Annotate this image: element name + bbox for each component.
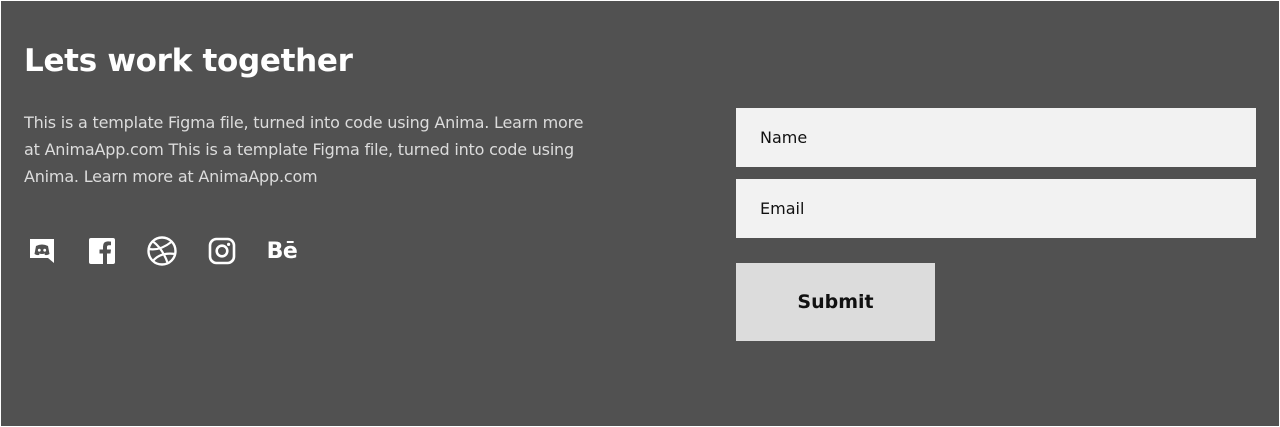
contact-section: Lets work together This is a template Fi… [1, 1, 1279, 426]
dribbble-link[interactable] [146, 235, 178, 267]
facebook-link[interactable] [86, 235, 118, 267]
dribbble-icon [147, 236, 177, 266]
discord-link[interactable] [26, 235, 58, 267]
submit-button[interactable]: Submit [736, 263, 935, 341]
section-description: This is a template Figma file, turned in… [24, 113, 584, 186]
instagram-icon [208, 237, 236, 265]
section-title: Lets work together [24, 43, 353, 79]
email-input[interactable] [736, 179, 1256, 238]
behance-link[interactable]: Bē [266, 235, 298, 267]
discord-icon [30, 239, 54, 263]
social-links: Bē [26, 234, 326, 268]
behance-icon: Bē [266, 238, 298, 264]
instagram-link[interactable] [206, 235, 238, 267]
facebook-icon [89, 238, 115, 264]
name-input[interactable] [736, 108, 1256, 167]
